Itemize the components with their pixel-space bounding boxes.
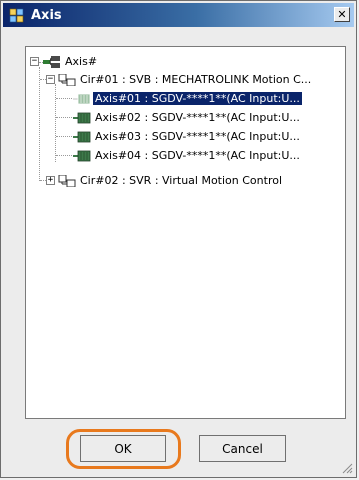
- tree-item-label: Cir#01 : SVB : MECHATROLINK Motion C...: [80, 73, 312, 86]
- close-icon: ✕: [337, 8, 347, 21]
- circuit-icon: [58, 174, 76, 187]
- tree-connector: [56, 98, 74, 99]
- servo-axis-icon: [73, 131, 91, 143]
- collapse-root-toggle[interactable]: −: [30, 57, 39, 66]
- ok-button[interactable]: OK: [80, 435, 166, 462]
- resize-grip-icon[interactable]: [341, 462, 353, 474]
- tree-item-circuit-1[interactable]: Cir#01 : SVB : MECHATROLINK Motion C...: [58, 71, 313, 88]
- circuit-icon: [58, 73, 76, 86]
- tree-item-root[interactable]: Axis#: [43, 53, 99, 70]
- tree-connector: [55, 84, 56, 162]
- tree-connector: [56, 117, 74, 118]
- servo-axis-icon: [73, 112, 91, 124]
- tree-item-axis-1[interactable]: Axis#01 : SGDV-****1**(AC Input:U...: [73, 90, 302, 107]
- axis-app-icon: [9, 7, 25, 23]
- axis-tree-view[interactable]: − Axis# − Cir#01: SVB: MECHATROLINK Mo…: [25, 46, 346, 419]
- cancel-button[interactable]: Cancel: [199, 435, 286, 462]
- tree-item-label: Axis#02 : SGDV-****1**(AC Input:U...: [95, 111, 300, 124]
- tree-item-label: Axis#04 : SGDV-****1**(AC Input:U...: [95, 149, 300, 162]
- tree-item-circuit-2[interactable]: Cir#02 : SVR : Virtual Motion Control: [58, 172, 284, 189]
- tree-item-label: Axis#01 : SGDV-****1**(AC Input:U...: [93, 92, 302, 105]
- tree-item-label: Axis#: [65, 55, 98, 68]
- collapse-circuit-1-toggle[interactable]: −: [46, 75, 55, 84]
- window-title: Axis: [31, 7, 62, 23]
- tree-connector: [56, 136, 74, 137]
- tree-item-label: Axis#03 : SGDV-****1**(AC Input:U...: [95, 130, 300, 143]
- tree-item-axis-4[interactable]: Axis#04 : SGDV-****1**(AC Input:U...: [73, 147, 302, 164]
- axis-dialog: Axis ✕ − Axis# − Cir#01: SVB: MECHATRO…: [0, 0, 357, 478]
- servo-axis-icon: [73, 150, 91, 162]
- tree-connector: [39, 67, 40, 181]
- close-button[interactable]: ✕: [334, 7, 350, 22]
- tree-item-axis-2[interactable]: Axis#02 : SGDV-****1**(AC Input:U...: [73, 109, 302, 126]
- servo-axis-icon: [73, 93, 91, 105]
- tree-item-label: Cir#02 : SVR : Virtual Motion Control: [80, 174, 283, 187]
- network-root-icon: [43, 55, 61, 68]
- tree-item-axis-3[interactable]: Axis#03 : SGDV-****1**(AC Input:U...: [73, 128, 302, 145]
- tree-connector: [56, 155, 74, 156]
- expand-circuit-2-toggle[interactable]: +: [46, 176, 55, 185]
- title-bar[interactable]: Axis ✕: [3, 3, 354, 27]
